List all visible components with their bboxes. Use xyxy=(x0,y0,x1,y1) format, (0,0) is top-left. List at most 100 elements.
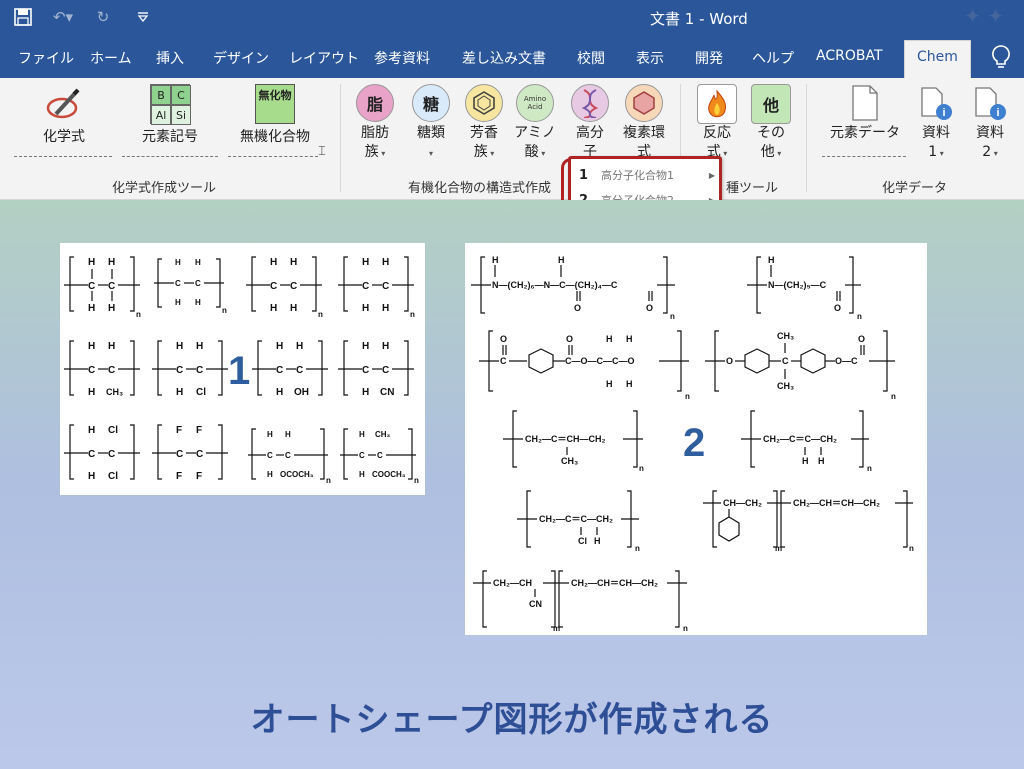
svg-text:H: H xyxy=(382,303,389,314)
svg-text:CH₂—C＝CH—CH₂: CH₂—C＝CH—CH₂ xyxy=(525,434,606,444)
tab-insert[interactable]: 挿入 xyxy=(156,48,184,68)
tab-mailings[interactable]: 差し込み文書 xyxy=(462,48,546,68)
dashes-4 xyxy=(822,156,906,157)
element-data-button[interactable]: 元素データ xyxy=(822,84,908,143)
polymer-panel-2: N—(CH₂)₆—N—C—(CH₂)₄—C HH O O n N—(CH₂)₅—… xyxy=(465,243,927,635)
svg-text:n: n xyxy=(857,312,862,321)
svg-text:C: C xyxy=(377,451,383,460)
svg-text:C: C xyxy=(500,356,507,366)
svg-text:O: O xyxy=(646,303,653,313)
fat-icon: 脂 xyxy=(356,84,394,122)
group-separator xyxy=(806,84,807,192)
svg-text:CH₃: CH₃ xyxy=(106,387,123,397)
polymer-button[interactable]: 高分 子 xyxy=(566,84,614,162)
svg-text:H: H xyxy=(108,257,115,268)
chevron-down-icon: ▾ xyxy=(487,149,495,158)
svg-text:CH₂—CH＝CH—CH₂: CH₂—CH＝CH—CH₂ xyxy=(793,498,880,508)
svg-text:H: H xyxy=(270,257,277,268)
fat-button[interactable]: 脂 脂肪 族 ▾ xyxy=(352,84,398,163)
svg-text:H: H xyxy=(88,387,95,398)
tab-developer[interactable]: 開発 xyxy=(695,48,723,68)
reference-2-button[interactable]: i 資料 2 ▾ xyxy=(970,84,1010,163)
customize-qat-icon[interactable] xyxy=(130,6,156,28)
lightbulb-icon[interactable] xyxy=(990,44,1012,70)
benzene-icon xyxy=(465,84,503,122)
svg-text:C: C xyxy=(359,451,365,460)
svg-text:n: n xyxy=(639,464,644,473)
svg-text:H: H xyxy=(362,303,369,314)
svg-text:C: C xyxy=(782,356,789,366)
svg-text:H: H xyxy=(267,430,273,439)
svg-text:n: n xyxy=(867,464,872,473)
amino-acid-icon: Amino Acid xyxy=(516,84,554,122)
svg-text:C: C xyxy=(88,281,95,292)
chevron-down-icon: ▾ xyxy=(428,149,433,158)
heterocycle-button[interactable]: 複素環 式 xyxy=(618,84,670,162)
tab-home[interactable]: ホーム xyxy=(90,48,132,68)
svg-text:C: C xyxy=(108,449,115,460)
document-canvas: H H C C H H n H H C C H H n H H C C H H n H H C … xyxy=(0,200,1024,769)
tab-acrobat[interactable]: ACROBAT xyxy=(816,48,883,64)
svg-text:C: C xyxy=(175,279,181,288)
svg-text:O: O xyxy=(574,303,581,313)
svg-text:H: H xyxy=(362,341,369,352)
redo-icon[interactable]: ↻ xyxy=(90,6,116,28)
element-symbol-button[interactable]: B C Al Si 元素記号 xyxy=(132,84,208,147)
tab-references[interactable]: 参考資料 xyxy=(374,48,430,68)
undo-icon[interactable]: ↶▾ xyxy=(50,6,76,28)
other-button[interactable]: 他 その 他 ▾ xyxy=(748,84,794,163)
inorganic-icon: 無化物 xyxy=(255,84,295,124)
formula-button[interactable]: 化学式 xyxy=(28,84,100,147)
pen-icon xyxy=(28,84,100,124)
tab-review[interactable]: 校閲 xyxy=(577,48,605,68)
svg-text:C: C xyxy=(285,451,291,460)
svg-text:H: H xyxy=(362,387,369,398)
sugar-button[interactable]: 糖 糖類 ▾ xyxy=(408,84,454,163)
svg-text:CN: CN xyxy=(529,599,542,609)
tab-design[interactable]: デザイン xyxy=(213,48,269,68)
group-separator xyxy=(340,84,341,192)
svg-text:H: H xyxy=(88,341,95,352)
tab-help[interactable]: ヘルプ xyxy=(752,48,794,68)
info-document-icon: i xyxy=(970,84,1010,124)
tab-chem[interactable]: Chem xyxy=(904,40,971,78)
gallery-more-icon[interactable]: ⌶ xyxy=(318,144,326,159)
svg-text:F: F xyxy=(196,471,202,482)
sugar-icon: 糖 xyxy=(412,84,450,122)
reaction-button[interactable]: 反応 式 ▾ xyxy=(694,84,740,163)
inorganic-compound-button[interactable]: 無化物 無機化合物 xyxy=(234,84,316,147)
svg-text:N—(CH₂)₅—C: N—(CH₂)₅—C xyxy=(768,280,827,290)
tab-view[interactable]: 表示 xyxy=(636,48,664,68)
document-title: 文書 1 - Word xyxy=(650,10,748,28)
chevron-down-icon: ▾ xyxy=(538,149,546,158)
svg-text:Cl: Cl xyxy=(108,425,118,436)
save-icon[interactable] xyxy=(10,6,36,28)
svg-text:CH₂—C＝C—CH₂: CH₂—C＝C—CH₂ xyxy=(763,434,837,444)
svg-text:m: m xyxy=(553,624,560,633)
menu-item-polymer-1[interactable]: 1 高分子化合物1 ▶ xyxy=(579,164,715,186)
svg-text:H: H xyxy=(108,303,115,314)
svg-text:H: H xyxy=(88,257,95,268)
reference-1-button[interactable]: i 資料 1 ▾ xyxy=(916,84,956,163)
svg-text:Cl: Cl xyxy=(108,471,118,482)
svg-text:C: C xyxy=(270,281,277,292)
svg-text:O: O xyxy=(726,356,733,366)
svg-text:C: C xyxy=(267,451,273,460)
svg-text:H: H xyxy=(195,258,201,267)
amino-acid-button[interactable]: Amino Acid アミノ 酸 ▾ xyxy=(512,84,558,163)
aromatic-button[interactable]: 芳香 族 ▾ xyxy=(461,84,507,163)
tab-layout[interactable]: レイアウト xyxy=(289,48,359,68)
group-label-organic-structure: 有機化合物の構造式作成 xyxy=(408,181,552,196)
svg-text:CH₃: CH₃ xyxy=(561,456,578,466)
svg-text:O: O xyxy=(834,303,841,313)
svg-text:H: H xyxy=(802,456,809,466)
svg-text:C: C xyxy=(176,449,183,460)
svg-text:n: n xyxy=(683,624,688,633)
svg-text:C: C xyxy=(296,365,303,376)
tab-file[interactable]: ファイル xyxy=(18,48,74,68)
svg-text:n: n xyxy=(670,312,675,321)
svg-text:H: H xyxy=(626,379,633,389)
svg-text:C: C xyxy=(276,365,283,376)
chevron-down-icon: ▾ xyxy=(774,149,782,158)
quick-access-toolbar: ↶▾ ↻ xyxy=(10,6,156,28)
